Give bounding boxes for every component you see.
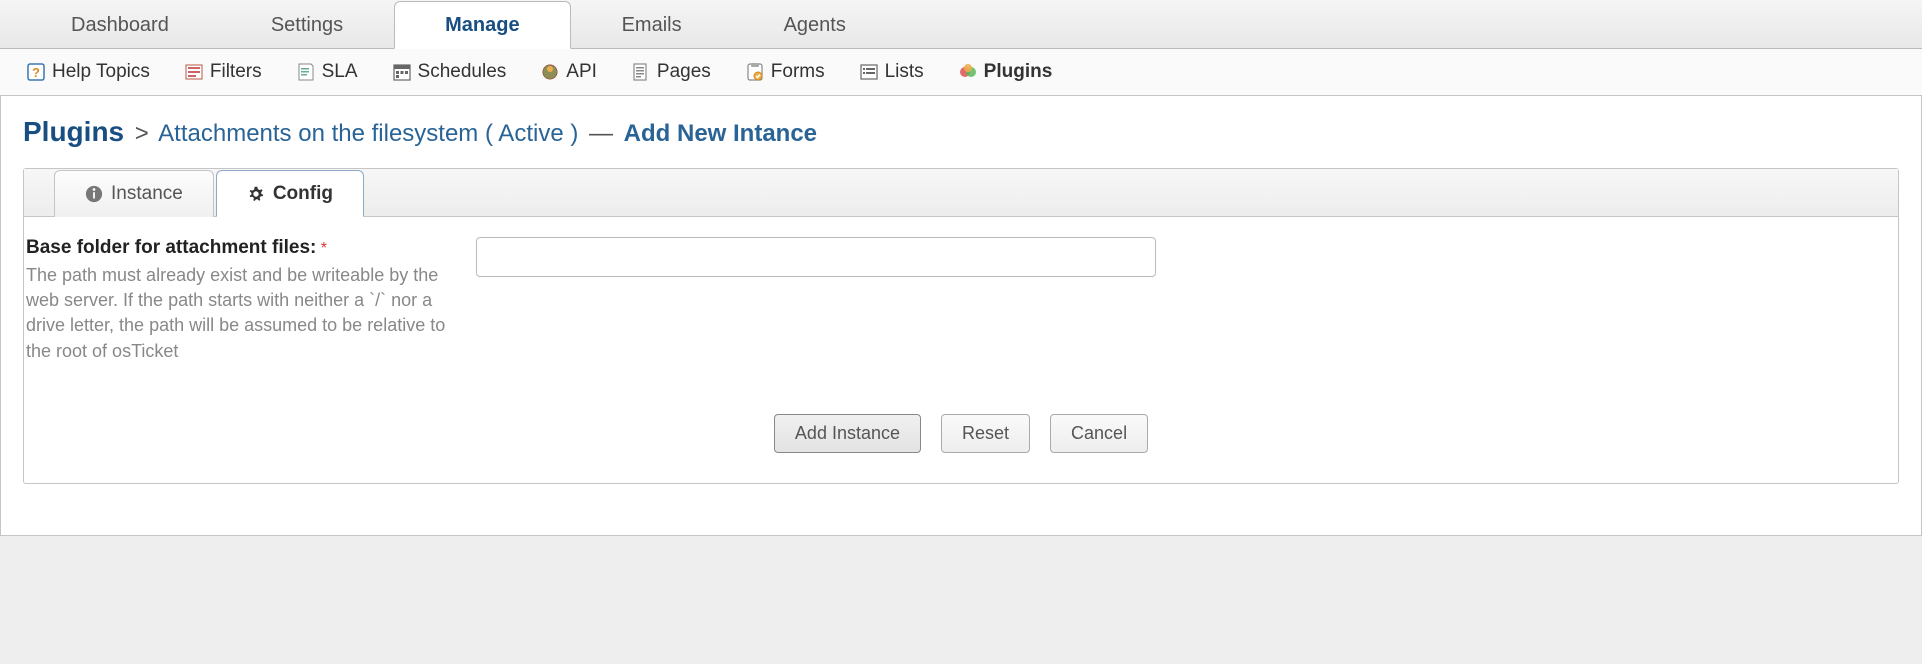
inner-panel: Instance Config Base folder for attachme… bbox=[23, 168, 1899, 484]
breadcrumb-sep: — bbox=[585, 120, 617, 147]
tab-settings[interactable]: Settings bbox=[220, 1, 394, 49]
tab-agents[interactable]: Agents bbox=[733, 1, 897, 49]
base-folder-help: The path must already exist and be write… bbox=[26, 263, 446, 364]
schedules-icon bbox=[392, 62, 412, 82]
subnav-lists[interactable]: Lists bbox=[853, 57, 930, 87]
tab-instance[interactable]: Instance bbox=[54, 170, 214, 217]
subnav-forms[interactable]: Forms bbox=[739, 57, 831, 87]
add-instance-button[interactable]: Add Instance bbox=[774, 414, 921, 453]
subnav-filters[interactable]: Filters bbox=[178, 57, 268, 87]
subnav-label: Filters bbox=[210, 61, 262, 83]
help-topics-icon: ? bbox=[26, 62, 46, 82]
subnav-api[interactable]: API bbox=[534, 57, 603, 87]
tab-dashboard[interactable]: Dashboard bbox=[20, 1, 220, 49]
subnav-label: Lists bbox=[885, 61, 924, 83]
tab-label: Config bbox=[273, 183, 333, 205]
breadcrumb: Plugins > Attachments on the filesystem … bbox=[23, 116, 1899, 148]
subnav-label: SLA bbox=[322, 61, 358, 83]
forms-icon bbox=[745, 62, 765, 82]
inner-tabs: Instance Config bbox=[24, 169, 1898, 217]
reset-button[interactable]: Reset bbox=[941, 414, 1030, 453]
subnav-pages[interactable]: Pages bbox=[625, 57, 717, 87]
subnav-plugins[interactable]: Plugins bbox=[952, 57, 1059, 87]
subnav-label: Schedules bbox=[418, 61, 507, 83]
breadcrumb-sep: > bbox=[131, 120, 153, 147]
api-icon bbox=[540, 62, 560, 82]
subnav-label: Help Topics bbox=[52, 61, 150, 83]
subnav-schedules[interactable]: Schedules bbox=[386, 57, 513, 87]
subnav-sla[interactable]: SLA bbox=[290, 57, 364, 87]
form-buttons: Add Instance Reset Cancel bbox=[24, 414, 1898, 453]
subnav-help-topics[interactable]: ? Help Topics bbox=[20, 57, 156, 87]
breadcrumb-action: Add New Intance bbox=[624, 120, 817, 147]
breadcrumb-path[interactable]: Attachments on the filesystem ( Active ) bbox=[158, 120, 578, 147]
main-tabs: Dashboard Settings Manage Emails Agents bbox=[0, 0, 1922, 49]
pages-icon bbox=[631, 62, 651, 82]
sub-nav: ? Help Topics Filters SLA Schedules API … bbox=[0, 49, 1922, 96]
gear-icon bbox=[247, 185, 265, 203]
config-form: Base folder for attachment files: * The … bbox=[24, 217, 1898, 483]
tab-emails[interactable]: Emails bbox=[571, 1, 733, 49]
breadcrumb-root[interactable]: Plugins bbox=[23, 116, 124, 147]
tab-label: Instance bbox=[111, 183, 183, 205]
content-area: Plugins > Attachments on the filesystem … bbox=[0, 96, 1922, 536]
subnav-label: Forms bbox=[771, 61, 825, 83]
info-icon bbox=[85, 185, 103, 203]
sla-icon bbox=[296, 62, 316, 82]
base-folder-input[interactable] bbox=[476, 237, 1156, 277]
required-mark: * bbox=[321, 240, 327, 257]
base-folder-label: Base folder for attachment files: bbox=[26, 237, 316, 258]
filters-icon bbox=[184, 62, 204, 82]
plugins-icon bbox=[958, 62, 978, 82]
tab-manage[interactable]: Manage bbox=[394, 1, 570, 49]
tab-config[interactable]: Config bbox=[216, 170, 364, 217]
cancel-button[interactable]: Cancel bbox=[1050, 414, 1148, 453]
subnav-label: Plugins bbox=[984, 61, 1053, 83]
subnav-label: Pages bbox=[657, 61, 711, 83]
svg-text:?: ? bbox=[32, 65, 40, 80]
lists-icon bbox=[859, 62, 879, 82]
subnav-label: API bbox=[566, 61, 597, 83]
